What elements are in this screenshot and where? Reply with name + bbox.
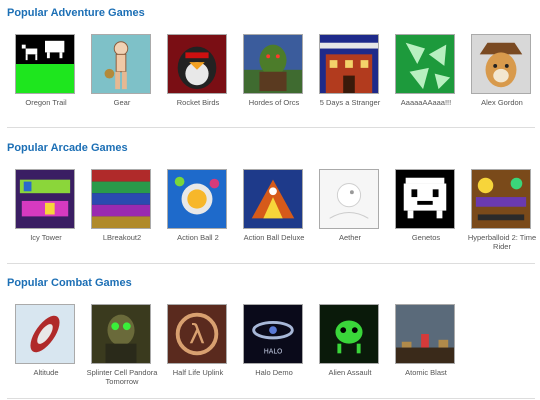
game-label[interactable]: AaaaaAAaaa!!! xyxy=(388,98,464,107)
section-divider xyxy=(7,398,535,399)
splinter-cell-thumbnail[interactable] xyxy=(91,304,151,364)
action-ball-2-thumbnail[interactable] xyxy=(167,169,227,229)
aether-thumbnail[interactable] xyxy=(319,169,379,229)
game-label[interactable]: Aether xyxy=(312,233,388,242)
section-divider xyxy=(7,263,535,264)
game-label[interactable]: 5 Days a Stranger xyxy=(312,98,388,107)
alex-gordon-thumbnail[interactable] xyxy=(471,34,531,94)
game-label[interactable]: Hyperballoid 2: Time Rider xyxy=(464,233,540,251)
game-label[interactable]: LBreakout2 xyxy=(84,233,160,242)
atomic-blast-thumbnail[interactable] xyxy=(395,304,455,364)
game-label[interactable]: Rocket Birds xyxy=(160,98,236,107)
game-label[interactable]: Atomic Blast xyxy=(388,368,464,377)
half-life-uplink-thumbnail[interactable]: λ xyxy=(167,304,227,364)
game-label[interactable]: Altitude xyxy=(8,368,84,377)
combat-games-heading: Popular Combat Games xyxy=(7,277,132,289)
five-days-a-stranger-thumbnail[interactable] xyxy=(319,34,379,94)
game-label[interactable]: Action Ball 2 xyxy=(160,233,236,242)
game-label[interactable]: Half Life Uplink xyxy=(160,368,236,377)
game-label[interactable]: Halo Demo xyxy=(236,368,312,377)
rocket-birds-thumbnail[interactable] xyxy=(167,34,227,94)
game-label[interactable]: Alex Gordon xyxy=(464,98,540,107)
lbreakout2-thumbnail[interactable] xyxy=(91,169,151,229)
altitude-thumbnail[interactable] xyxy=(15,304,75,364)
game-label[interactable]: Gear xyxy=(84,98,160,107)
game-label[interactable]: Splinter Cell Pandora Tomorrow xyxy=(84,368,160,386)
action-ball-deluxe-thumbnail[interactable] xyxy=(243,169,303,229)
arcade-games-heading: Popular Arcade Games xyxy=(7,142,128,154)
svg-text:HALO: HALO xyxy=(264,347,283,355)
oregon-trail-thumbnail[interactable] xyxy=(15,34,75,94)
genetos-thumbnail[interactable] xyxy=(395,169,455,229)
svg-text:λ: λ xyxy=(189,320,205,351)
game-label[interactable]: Oregon Trail xyxy=(8,98,84,107)
adventure-games-heading: Popular Adventure Games xyxy=(7,7,145,19)
hordes-of-orcs-thumbnail[interactable] xyxy=(243,34,303,94)
section-divider xyxy=(7,127,535,128)
game-label[interactable]: Hordes of Orcs xyxy=(236,98,312,107)
game-label[interactable]: Alien Assault xyxy=(312,368,388,377)
alien-assault-thumbnail[interactable] xyxy=(319,304,379,364)
game-label[interactable]: Genetos xyxy=(388,233,464,242)
aaaaaaaaaa-thumbnail[interactable] xyxy=(395,34,455,94)
halo-demo-thumbnail[interactable]: HALO xyxy=(243,304,303,364)
hyperballoid-2-thumbnail[interactable] xyxy=(471,169,531,229)
game-label[interactable]: Icy Tower xyxy=(8,233,84,242)
gear-thumbnail[interactable] xyxy=(91,34,151,94)
icy-tower-thumbnail[interactable] xyxy=(15,169,75,229)
game-label[interactable]: Action Ball Deluxe xyxy=(236,233,312,242)
